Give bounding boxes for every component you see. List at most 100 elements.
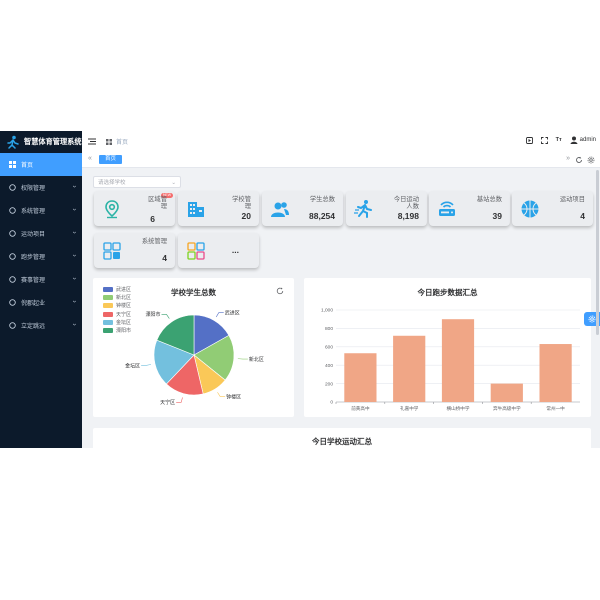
- tags-scroll-left-icon[interactable]: «: [88, 155, 92, 162]
- breadcrumb[interactable]: 首页: [116, 137, 128, 146]
- y-tick-label: 600: [325, 345, 333, 351]
- flag-icon: [9, 299, 16, 306]
- more-label: ...: [231, 245, 239, 255]
- chevron-down-icon: ›: [70, 323, 78, 326]
- stat-value: 20: [241, 211, 251, 221]
- sidebar-item-5[interactable]: 赛事管理 ›: [0, 268, 82, 291]
- brand[interactable]: 智慧体育管理系统: [0, 131, 82, 153]
- stat-value: 6: [150, 214, 155, 224]
- stat-card-system[interactable]: 系统管理 4: [94, 233, 175, 268]
- pie-label-line: [141, 364, 152, 366]
- sidebar-item-2[interactable]: 系统管理 ›: [0, 199, 82, 222]
- tag-home[interactable]: 首页: [99, 155, 123, 164]
- video-icon[interactable]: [525, 136, 533, 144]
- refresh-icon[interactable]: [575, 156, 583, 164]
- bottom-title: 今日学校运动汇总: [312, 437, 372, 446]
- sidebar-item-label: 立定跳远: [21, 324, 46, 330]
- pie-data-label: 天宁区: [160, 399, 175, 406]
- x-tick-label: 横山桥中学: [447, 405, 470, 412]
- grid-icon: [9, 161, 16, 168]
- bar[interactable]: [393, 335, 426, 402]
- school-select[interactable]: 请选择学校 ⌄: [93, 176, 181, 188]
- sidebar-item-1[interactable]: 权限管理 ›: [0, 176, 82, 199]
- font-size-icon[interactable]: Tт: [556, 137, 562, 143]
- sidebar-item-4[interactable]: 跑步管理 ›: [0, 245, 82, 268]
- building-icon: [188, 202, 204, 217]
- stat-label: 基站总数: [476, 196, 502, 203]
- jump-icon: [9, 322, 16, 329]
- pie-data-label: 金坛区: [125, 362, 140, 369]
- gear-icon: [588, 315, 596, 323]
- x-tick-label: 常州一中: [546, 405, 565, 412]
- tags-scroll-right-icon[interactable]: »: [566, 155, 570, 162]
- x-tick-label: 前黄高中: [351, 405, 370, 412]
- sidebar-item-label: 跑步管理: [21, 255, 46, 261]
- stat-card-region[interactable]: NEW 区域管理 6: [94, 191, 175, 226]
- settings-icon[interactable]: [587, 156, 595, 164]
- sidebar-item-label: 首页: [21, 163, 34, 169]
- stat-value: 8,198: [397, 211, 419, 221]
- sidebar-item-label: 系统管理: [21, 209, 46, 215]
- bar[interactable]: [539, 344, 572, 402]
- sidebar-item-3[interactable]: 运动项目 ›: [0, 222, 82, 245]
- pie-data-label: 溧阳市: [146, 311, 161, 318]
- pie-data-label: 新北区: [249, 356, 264, 363]
- y-tick-label: 1,000: [321, 308, 333, 314]
- stat-card-sports[interactable]: 运动项目 4: [512, 191, 593, 226]
- runner-icon: [354, 200, 372, 218]
- fullscreen-icon[interactable]: [540, 136, 548, 144]
- stat-value: 4: [162, 253, 167, 263]
- stat-label: 系统管理: [141, 238, 167, 245]
- tags-bar: « 首页 »: [82, 153, 600, 168]
- sidebar-item-label: 赛事管理: [21, 278, 46, 284]
- chevron-down-icon: ›: [70, 254, 78, 257]
- location-icon: [105, 200, 119, 219]
- stat-card-more[interactable]: ...: [178, 233, 259, 268]
- vertical-scrollbar[interactable]: [596, 170, 599, 335]
- sidebar-item-6[interactable]: 倪郡起业 ›: [0, 291, 82, 314]
- settings-icon: [9, 207, 16, 214]
- x-tick-label: 奔牛高级中学: [493, 405, 521, 412]
- pie-label-line: [176, 397, 183, 403]
- chevron-down-icon: ⌄: [171, 180, 176, 186]
- pie-data-label: 钟楼区: [226, 393, 241, 400]
- stat-card-school[interactable]: 学校管理 20: [178, 191, 259, 226]
- bar[interactable]: [441, 319, 475, 402]
- pie-label-line: [215, 312, 224, 318]
- sidebar: 智慧体育管理系统 首页 权限管理 › 系统管理 › 运动项目 › 跑步管理 › 赛事管理 › 倪郡起业…: [0, 131, 82, 448]
- bar-chart: 0 200 400 600 800 1,000 前黄高中 礼嘉中学 横山桥中学 奔牛高级中学 常州一…: [321, 308, 580, 412]
- stat-card-students[interactable]: 学生总数 88,254: [262, 191, 343, 226]
- chevron-down-icon: ›: [70, 208, 78, 211]
- bar[interactable]: [490, 383, 523, 402]
- chevron-down-icon: ›: [70, 231, 78, 234]
- user-menu[interactable]: admin: [570, 136, 596, 144]
- stat-card-stations[interactable]: 基站总数 39: [429, 191, 510, 226]
- trophy-icon: [9, 276, 16, 283]
- runner-logo-icon: [7, 135, 19, 149]
- users-icon: [271, 202, 289, 217]
- breadcrumb-grid-icon: [106, 138, 112, 145]
- ball-icon: [9, 230, 16, 237]
- x-tick-label: 礼嘉中学: [400, 405, 419, 412]
- y-tick-label: 400: [325, 363, 333, 369]
- menu-toggle-icon[interactable]: [88, 138, 96, 145]
- apps-icon: [187, 242, 205, 260]
- sidebar-item-label: 权限管理: [21, 186, 46, 192]
- basketball-icon: [521, 200, 539, 218]
- bar[interactable]: [344, 353, 377, 402]
- y-tick-label: 200: [325, 381, 333, 387]
- chevron-down-icon: ›: [70, 185, 78, 188]
- sidebar-item-label: 运动项目: [21, 232, 46, 238]
- run-icon: [9, 253, 16, 260]
- shield-icon: [9, 184, 16, 191]
- chevron-down-icon: ›: [70, 300, 78, 303]
- stat-label: 区域管理: [148, 196, 167, 210]
- bar-panel: 今日跑步数据汇总 0 200 400 600 800 1,000 前黄高中 礼嘉中学 横山桥中学…: [304, 278, 591, 417]
- pie-data-label: 武进区: [225, 310, 240, 317]
- stat-value: 39: [492, 211, 502, 221]
- stat-card-active-today[interactable]: 今日运动人数 8,198: [346, 191, 427, 226]
- system-icon: [103, 242, 121, 260]
- sidebar-item-7[interactable]: 立定跳远 ›: [0, 314, 82, 337]
- stat-label: 学生总数: [309, 196, 335, 203]
- sidebar-item-0[interactable]: 首页: [0, 153, 82, 176]
